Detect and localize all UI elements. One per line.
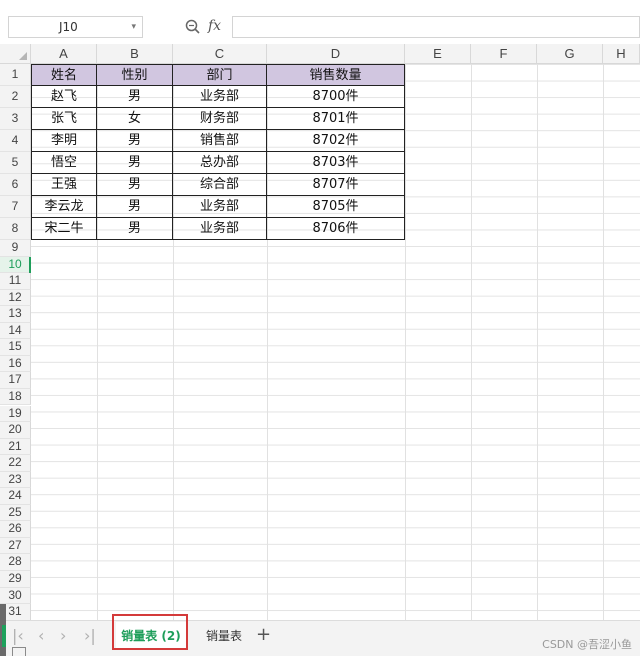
row-header-4[interactable]: 4 xyxy=(0,130,31,152)
table-cell[interactable]: 宋二牛 xyxy=(31,218,97,240)
row-header-1[interactable]: 1 xyxy=(0,64,31,86)
table-cell[interactable]: 李明 xyxy=(31,130,97,152)
column-header-h[interactable]: H xyxy=(603,44,640,64)
table-cell[interactable]: 女 xyxy=(97,108,173,130)
table-header-cell[interactable]: 姓名 xyxy=(31,64,97,86)
row-header-25[interactable]: 25 xyxy=(0,504,31,522)
table-header-cell[interactable]: 部门 xyxy=(173,64,267,86)
formula-input[interactable] xyxy=(232,16,640,38)
table-cell[interactable]: 张飞 xyxy=(31,108,97,130)
row-header-23[interactable]: 23 xyxy=(0,471,31,489)
row-header-17[interactable]: 17 xyxy=(0,372,31,389)
first-sheet-icon[interactable]: |‹ xyxy=(12,627,24,645)
sheet-icon[interactable] xyxy=(12,647,26,656)
sheet-tab-sales[interactable]: 销量表 xyxy=(196,622,252,650)
watermark: CSDN @吾涩小鱼 xyxy=(542,638,632,651)
row-header-30[interactable]: 30 xyxy=(0,587,31,605)
row-header-16[interactable]: 16 xyxy=(0,355,31,373)
table-cell[interactable]: 业务部 xyxy=(173,86,267,108)
table-cell[interactable]: 男 xyxy=(97,174,173,196)
table-header-cell[interactable]: 性别 xyxy=(97,64,173,86)
row-header-9[interactable]: 9 xyxy=(0,240,31,257)
table-cell[interactable]: 8707件 xyxy=(267,174,405,196)
row-header-2[interactable]: 2 xyxy=(0,86,31,108)
row-header-5[interactable]: 5 xyxy=(0,152,31,174)
row-header-22[interactable]: 22 xyxy=(0,455,31,472)
row-header-6[interactable]: 6 xyxy=(0,174,31,196)
row-header-12[interactable]: 12 xyxy=(0,289,31,307)
next-sheet-icon[interactable]: › xyxy=(60,627,66,645)
table-cell[interactable]: 男 xyxy=(97,86,173,108)
column-header-g[interactable]: G xyxy=(537,44,603,64)
row-header-13[interactable]: 13 xyxy=(0,306,31,323)
row-header-7[interactable]: 7 xyxy=(0,196,31,218)
table-cell[interactable]: 8702件 xyxy=(267,130,405,152)
fx-icon[interactable]: fx xyxy=(208,18,221,34)
table-cell[interactable]: 8700件 xyxy=(267,86,405,108)
add-sheet-button[interactable]: + xyxy=(256,624,271,645)
row-header-18[interactable]: 18 xyxy=(0,388,31,406)
table-cell[interactable]: 财务部 xyxy=(173,108,267,130)
row-header-21[interactable]: 21 xyxy=(0,438,31,456)
chevron-down-icon[interactable]: ▾ xyxy=(131,17,136,37)
zoom-icon[interactable] xyxy=(184,18,202,36)
table-cell[interactable]: 8705件 xyxy=(267,196,405,218)
column-header-c[interactable]: C xyxy=(173,44,267,64)
row-header-14[interactable]: 14 xyxy=(0,322,31,340)
row-header-29[interactable]: 29 xyxy=(0,571,31,588)
table-cell[interactable]: 8706件 xyxy=(267,218,405,240)
column-header-d[interactable]: D xyxy=(267,44,405,64)
row-header-11[interactable]: 11 xyxy=(0,273,31,290)
row-header-10[interactable]: 10 xyxy=(0,256,31,278)
row-header-28[interactable]: 28 xyxy=(0,554,31,571)
table-cell[interactable]: 男 xyxy=(97,196,173,218)
row-header-24[interactable]: 24 xyxy=(0,488,31,505)
active-indicator xyxy=(2,625,6,647)
row-header-19[interactable]: 19 xyxy=(0,405,31,423)
name-box[interactable]: J10 ▾ xyxy=(8,16,143,38)
table-cell[interactable]: 8703件 xyxy=(267,152,405,174)
table-cell[interactable]: 男 xyxy=(97,218,173,240)
table-cell[interactable]: 男 xyxy=(97,130,173,152)
table-cell[interactable]: 8701件 xyxy=(267,108,405,130)
column-header-b[interactable]: B xyxy=(97,44,173,64)
table-cell[interactable]: 业务部 xyxy=(173,218,267,240)
column-header-f[interactable]: F xyxy=(471,44,537,64)
formula-bar: J10 ▾ fx xyxy=(0,8,640,38)
row-header-26[interactable]: 26 xyxy=(0,521,31,538)
table-cell[interactable]: 综合部 xyxy=(173,174,267,196)
table-cell[interactable]: 男 xyxy=(97,152,173,174)
table-cell[interactable]: 总办部 xyxy=(173,152,267,174)
last-sheet-icon[interactable]: ›| xyxy=(84,627,96,645)
row-header-27[interactable]: 27 xyxy=(0,537,31,555)
table-cell[interactable]: 销售部 xyxy=(173,130,267,152)
row-header-20[interactable]: 20 xyxy=(0,422,31,439)
row-header-3[interactable]: 3 xyxy=(0,108,31,130)
table-cell[interactable]: 赵飞 xyxy=(31,86,97,108)
table-cell[interactable]: 王强 xyxy=(31,174,97,196)
table-header-cell[interactable]: 销售数量 xyxy=(267,64,405,86)
name-box-value: J10 xyxy=(59,20,78,34)
table-cell[interactable]: 悟空 xyxy=(31,152,97,174)
table-cell[interactable]: 业务部 xyxy=(173,196,267,218)
select-all-corner[interactable] xyxy=(0,44,31,64)
row-header-8[interactable]: 8 xyxy=(0,218,31,240)
table-cell[interactable]: 李云龙 xyxy=(31,196,97,218)
highlight-annotation xyxy=(112,614,188,650)
prev-sheet-icon[interactable]: ‹ xyxy=(38,627,44,645)
column-header-a[interactable]: A xyxy=(31,44,97,64)
column-header-e[interactable]: E xyxy=(405,44,471,64)
row-header-15[interactable]: 15 xyxy=(0,339,31,356)
